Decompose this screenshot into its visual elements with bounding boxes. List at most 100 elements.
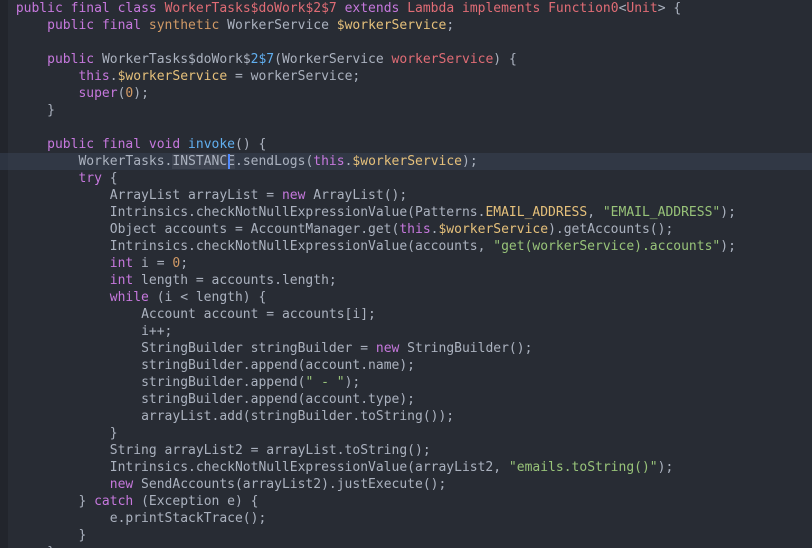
code-line[interactable]: super(0); xyxy=(8,85,812,102)
token: implements xyxy=(462,1,540,16)
code-line[interactable]: public WorkerTasks$doWork$2$7(WorkerServ… xyxy=(8,51,812,68)
code-line[interactable]: stringBuilder.append(" - "); xyxy=(8,374,812,391)
token: WorkerTasks. xyxy=(78,154,172,169)
code-line[interactable]: int length = accounts.length; xyxy=(8,272,812,289)
token: Intrinsics.checkNotNullExpressionValue(a… xyxy=(110,460,509,475)
code-line[interactable]: } catch (Exception e) { xyxy=(8,493,812,510)
token: . xyxy=(110,69,118,84)
code-editor[interactable]: public final class WorkerTasks$doWork$2$… xyxy=(0,0,812,548)
code-line[interactable]: StringBuilder stringBuilder = new String… xyxy=(8,340,812,357)
token: i = xyxy=(133,256,172,271)
token: synthetic xyxy=(149,18,219,33)
token: int xyxy=(110,256,133,271)
token: .sendLogs( xyxy=(235,154,313,169)
code-line[interactable]: e.printStackTrace(); xyxy=(8,510,812,527)
code-line[interactable]: ArrayList arrayList = new ArrayList(); xyxy=(8,187,812,204)
code-line[interactable]: stringBuilder.append(account.name); xyxy=(8,357,812,374)
code-line[interactable]: Intrinsics.checkNotNullExpressionValue(P… xyxy=(8,204,812,221)
token: int xyxy=(110,273,133,288)
code-line[interactable]: public final class WorkerTasks$doWork$2$… xyxy=(8,0,812,17)
token: new xyxy=(282,188,305,203)
token: void xyxy=(149,137,188,152)
code-line[interactable]: Intrinsics.checkNotNullExpressionValue(a… xyxy=(8,238,812,255)
code-line[interactable]: Intrinsics.checkNotNullExpressionValue(a… xyxy=(8,459,812,476)
token: , xyxy=(587,205,603,220)
token: } xyxy=(110,426,118,441)
token: $workerService xyxy=(337,18,447,33)
token: ; xyxy=(180,256,188,271)
code-line[interactable]: i++; xyxy=(8,323,812,340)
code-line[interactable] xyxy=(8,34,812,51)
token: ) { xyxy=(493,52,516,67)
code-line[interactable] xyxy=(8,119,812,136)
token: ArrayList(); xyxy=(305,188,407,203)
token: String arrayList2 = arrayList.toString()… xyxy=(110,443,431,458)
code-line[interactable]: this.$workerService = workerService; xyxy=(8,68,812,85)
token: ); xyxy=(658,460,674,475)
code-line[interactable]: public final void invoke() { xyxy=(8,136,812,153)
token: e.printStackTrace(); xyxy=(110,511,267,526)
token: "emails.toString()" xyxy=(509,460,658,475)
token: { xyxy=(102,171,118,186)
token xyxy=(454,1,462,16)
token: SendAccounts(arrayList2).justExecute(); xyxy=(133,477,446,492)
token: WorkerTasks$doWork$2$7 xyxy=(165,1,337,16)
gutter xyxy=(0,0,8,548)
token: ); xyxy=(462,154,478,169)
token: } xyxy=(47,103,55,118)
token: (i < length) { xyxy=(149,290,266,305)
code-line[interactable]: WorkerTasks.INSTANCE.sendLogs(this.$work… xyxy=(8,153,812,170)
token: " - " xyxy=(305,375,344,390)
token: StringBuilder(); xyxy=(399,341,532,356)
token: workerService xyxy=(392,52,494,67)
code-line[interactable]: Account account = accounts[i]; xyxy=(8,306,812,323)
token xyxy=(540,1,548,16)
token: this xyxy=(313,154,344,169)
token: ArrayList arrayList = xyxy=(110,188,282,203)
code-line[interactable]: new SendAccounts(arrayList2).justExecute… xyxy=(8,476,812,493)
token: stringBuilder.append( xyxy=(141,375,305,390)
code-line[interactable]: stringBuilder.append(account.type); xyxy=(8,391,812,408)
token xyxy=(337,1,345,16)
token: invoke xyxy=(188,137,235,152)
token: length = accounts.length; xyxy=(133,273,337,288)
token: final xyxy=(71,1,118,16)
token: extends xyxy=(345,1,408,16)
token: (Exception e) { xyxy=(133,494,258,509)
token: EMAIL_ADDRESS xyxy=(485,205,587,220)
token: (WorkerService xyxy=(274,52,391,67)
token: $workerService xyxy=(352,154,462,169)
token: ); xyxy=(720,205,736,220)
token: arrayList.add(stringBuilder.toString()); xyxy=(141,409,454,424)
code-line[interactable]: public final synthetic WorkerService $wo… xyxy=(8,17,812,34)
code-line[interactable]: arrayList.add(stringBuilder.toString()); xyxy=(8,408,812,425)
token: ; xyxy=(446,18,454,33)
code-line[interactable]: String arrayList2 = arrayList.toString()… xyxy=(8,442,812,459)
code-line[interactable]: try { xyxy=(8,170,812,187)
code-line[interactable]: } xyxy=(8,102,812,119)
code-line[interactable]: int i = 0; xyxy=(8,255,812,272)
token: 2$7 xyxy=(251,52,274,67)
token: public xyxy=(16,1,71,16)
token: final xyxy=(102,137,149,152)
token: Unit xyxy=(626,1,657,16)
token: stringBuilder.append(account.type); xyxy=(141,392,415,407)
token: new xyxy=(110,477,133,492)
token: WorkerService xyxy=(219,18,336,33)
token: } xyxy=(78,528,86,543)
code-line[interactable]: } xyxy=(8,425,812,442)
token: public xyxy=(47,18,102,33)
code-line[interactable]: } xyxy=(8,544,812,548)
code-line[interactable]: Object accounts = AccountManager.get(thi… xyxy=(8,221,812,238)
code-line[interactable]: while (i < length) { xyxy=(8,289,812,306)
token: this xyxy=(78,69,109,84)
token: () { xyxy=(235,137,266,152)
token: stringBuilder.append(account.name); xyxy=(141,358,415,373)
code-line[interactable]: } xyxy=(8,527,812,544)
code-area[interactable]: public final class WorkerTasks$doWork$2$… xyxy=(8,0,812,548)
token: Intrinsics.checkNotNullExpressionValue(a… xyxy=(110,239,494,254)
token: > { xyxy=(658,1,681,16)
token: public xyxy=(47,52,102,67)
token: ); xyxy=(345,375,361,390)
text-cursor xyxy=(228,154,230,169)
